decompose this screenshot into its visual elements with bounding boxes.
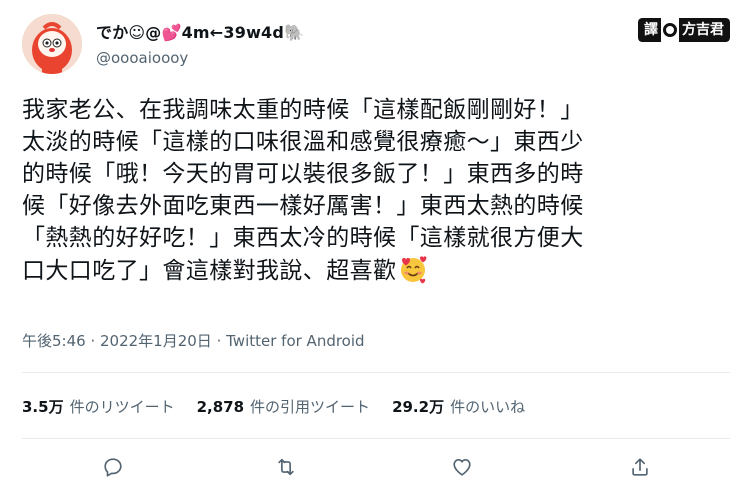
tweet-line: 「熱熱的好好吃！」東西太冷的時候「這樣就很方便大 — [22, 225, 584, 251]
translator-watermark: 譯 方吉君 — [638, 18, 730, 42]
retweets-count: 3.5万 — [22, 398, 64, 416]
tweet-stats: 3.5万 件のリツイート 2,878 件の引用ツイート 29.2万 件のいいね — [22, 396, 525, 417]
likes-count: 29.2万 — [392, 398, 445, 416]
tweet-line: 候「好像去外面吃東西一樣好厲害！」東西太熱的時候 — [22, 193, 584, 219]
share-icon — [632, 458, 648, 476]
retweets-label: 件のリツイート — [69, 398, 175, 416]
avatar[interactable] — [22, 14, 82, 74]
like-button[interactable] — [447, 452, 477, 482]
smiling-face-with-hearts-icon — [401, 256, 427, 284]
translator-badge-left: 譯 — [638, 18, 661, 42]
retweet-button[interactable] — [271, 452, 301, 482]
divider — [22, 372, 730, 373]
display-name[interactable]: でか☺@💕4m←39w4d🐘 — [96, 19, 304, 43]
tweet-source[interactable]: Twitter for Android — [226, 332, 364, 350]
tweet-line: 口大口吃了」會這樣對我說、超喜歡 — [22, 258, 397, 284]
retweets-stat[interactable]: 3.5万 件のリツイート — [22, 396, 175, 417]
tweet-text: 我家老公、在我調味太重的時候「這樣配飯剛剛好！」 太淡的時候「這樣的口味很溫和感… — [22, 94, 732, 287]
meta-separator: · — [85, 332, 100, 350]
action-bar — [22, 452, 730, 482]
quotes-label: 件の引用ツイート — [250, 398, 371, 416]
translator-badge-right: 方吉君 — [679, 18, 730, 42]
tweet-meta: 午後5:46 · 2022年1月20日 · Twitter for Androi… — [22, 330, 365, 351]
user-handle[interactable]: @oooaioooy — [96, 49, 304, 67]
share-button[interactable] — [625, 452, 655, 482]
likes-label: 件のいいね — [450, 398, 526, 416]
quotes-stat[interactable]: 2,878 件の引用ツイート — [197, 396, 370, 417]
quotes-count: 2,878 — [196, 398, 245, 416]
tweet-header: でか☺@💕4m←39w4d🐘 @oooaioooy 譯 方吉君 — [22, 14, 730, 76]
likes-stat[interactable]: 29.2万 件のいいね — [392, 396, 525, 417]
badge-dot-icon — [663, 23, 677, 37]
meta-separator: · — [211, 332, 227, 350]
tweet-date[interactable]: 2022年1月20日 — [100, 332, 212, 350]
avatar-character-icon — [22, 14, 82, 74]
tweet-last-line: 口大口吃了」會這樣對我說、超喜歡 — [22, 254, 732, 287]
tweet-line: 的時候「哦！今天的胃可以裝很多飯了！」東西多的時 — [22, 161, 584, 187]
tweet-line: 太淡的時候「這樣的口味很溫和感覺很療癒～」東西少 — [22, 129, 584, 155]
reply-button[interactable] — [98, 452, 128, 482]
tweet-line: 我家老公、在我調味太重的時候「這樣配飯剛剛好！」 — [22, 97, 584, 123]
divider — [22, 438, 730, 439]
retweet-icon — [278, 458, 294, 476]
tweet-time[interactable]: 午後5:46 — [22, 332, 86, 350]
reply-icon — [104, 458, 122, 477]
like-icon — [453, 459, 471, 476]
